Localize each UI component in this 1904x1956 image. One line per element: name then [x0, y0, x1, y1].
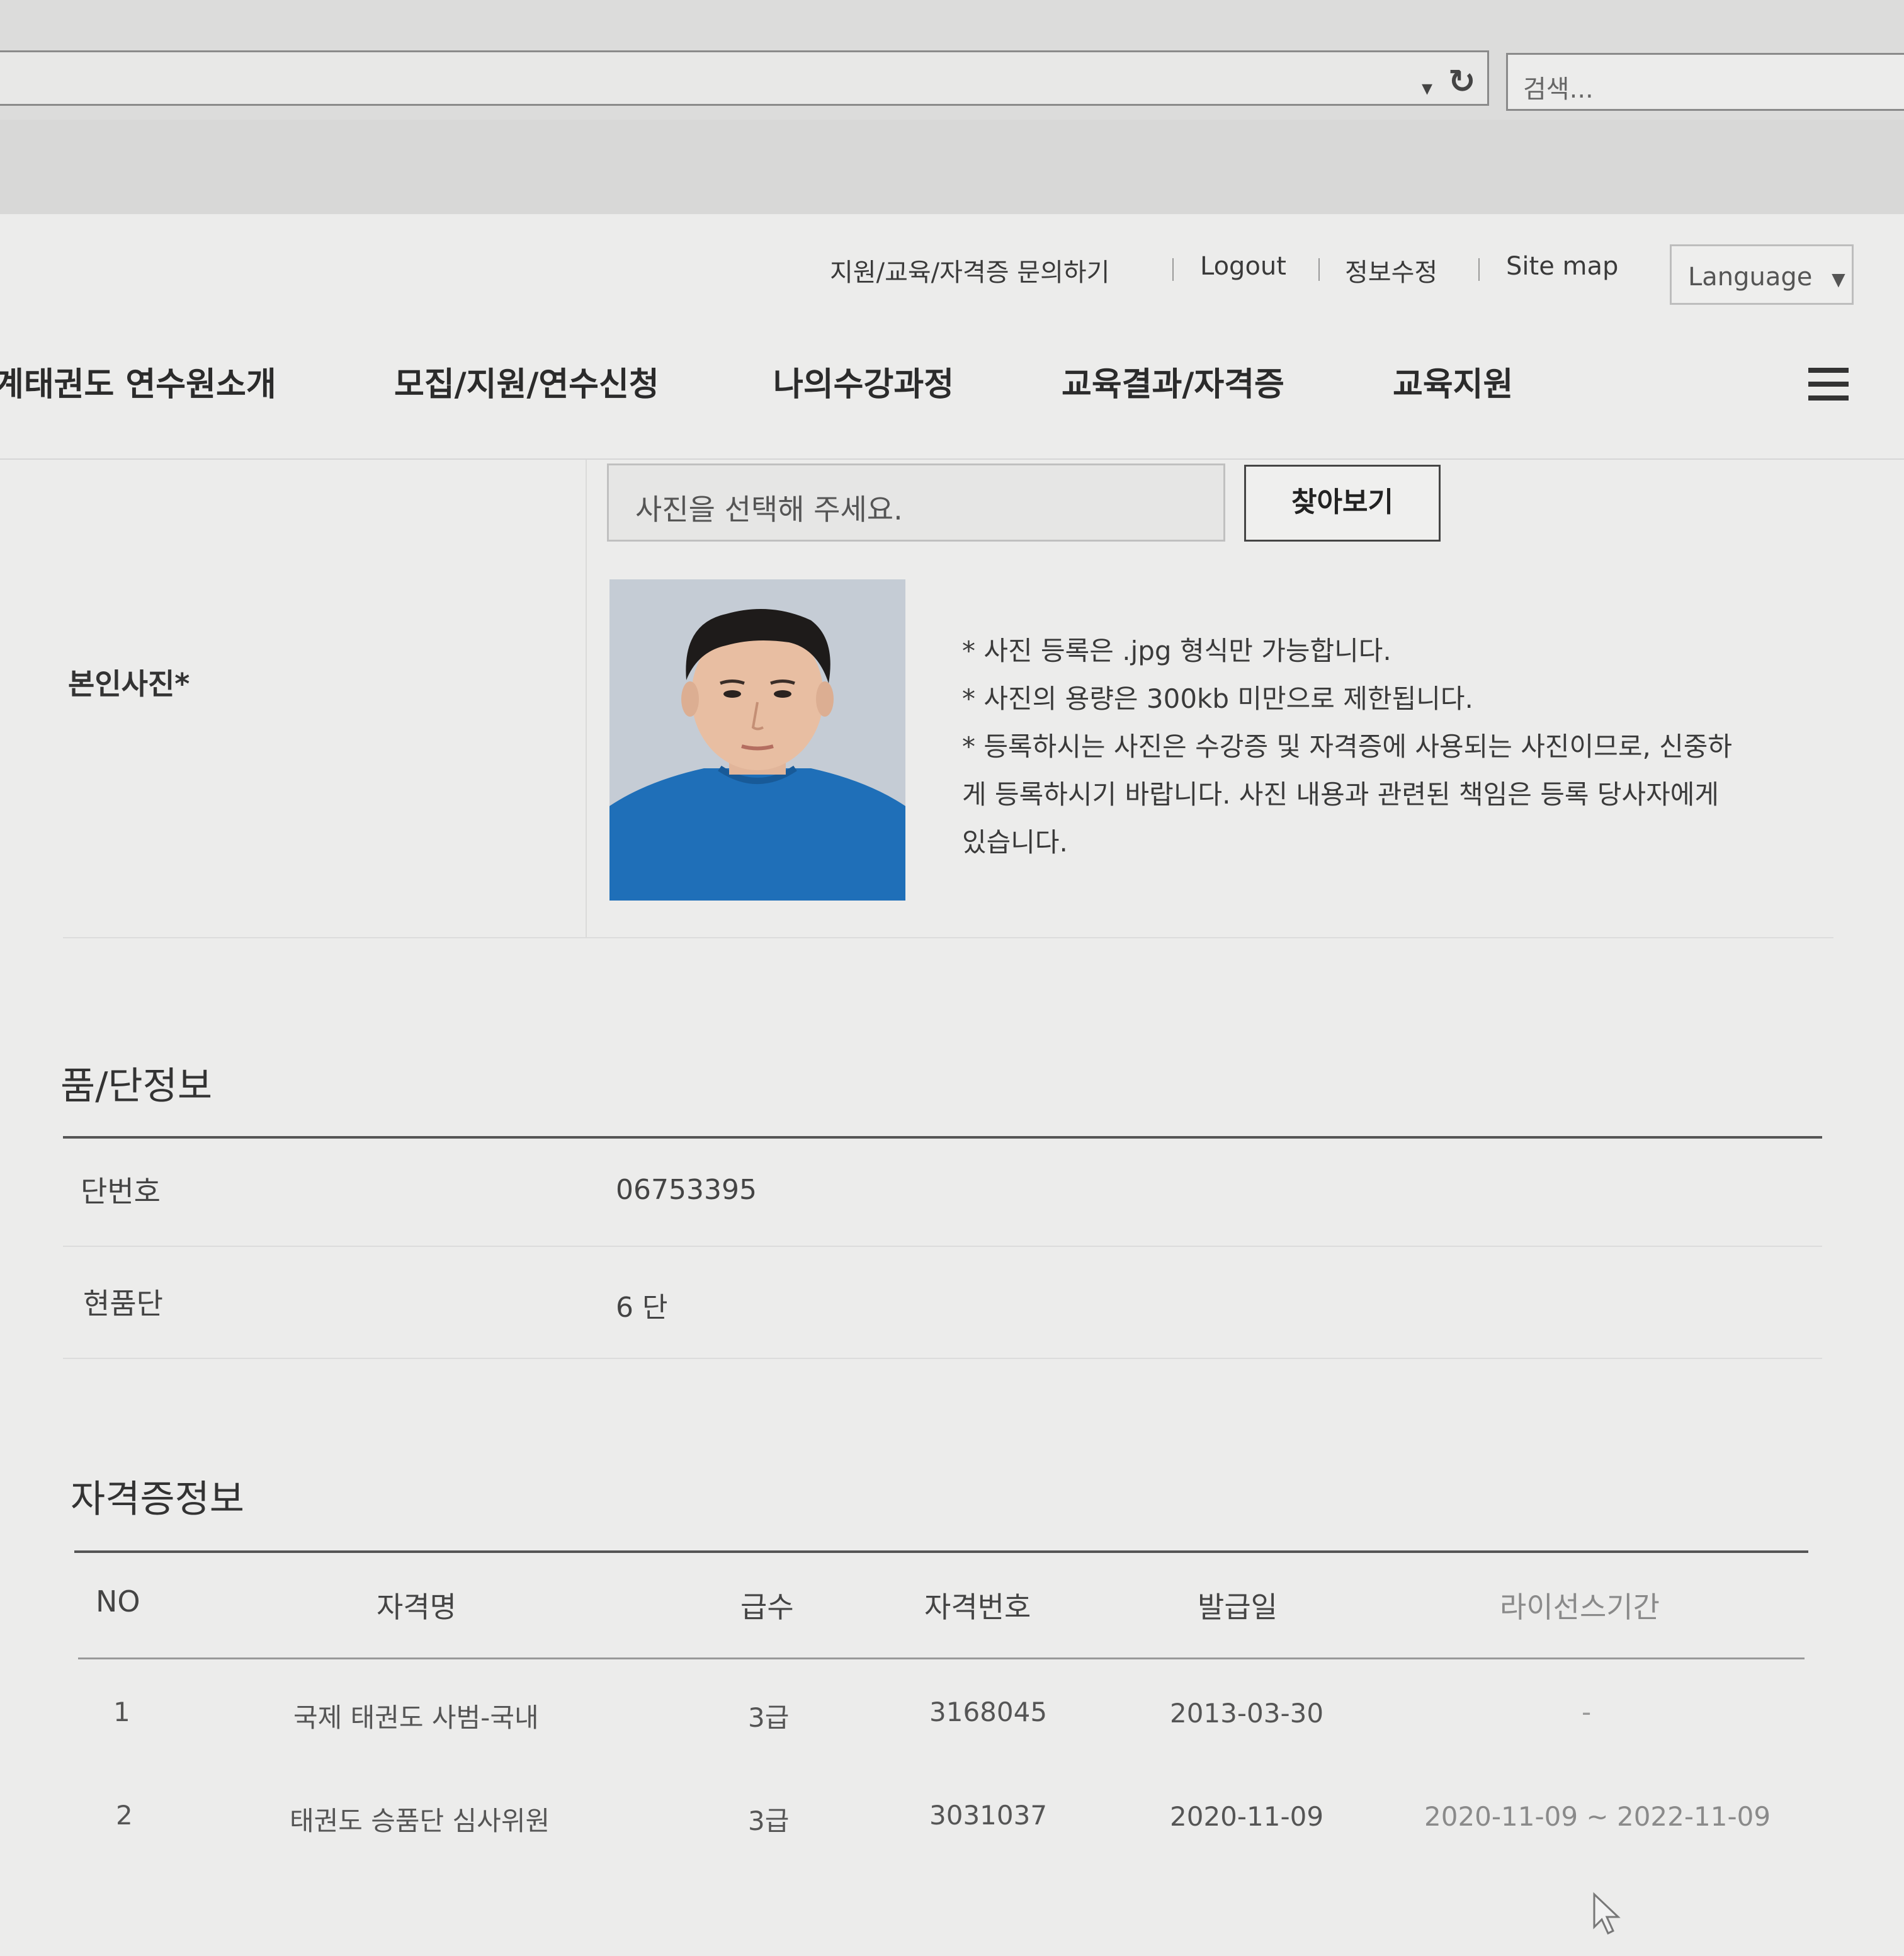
- section-divider: [74, 1550, 1808, 1553]
- browser-search-input[interactable]: 검색...: [1506, 53, 1904, 111]
- col-header-issue-date: 발급일: [1198, 1590, 1278, 1624]
- certificates-title: 자격증정보: [71, 1477, 244, 1521]
- photo-label: 본인사진*: [68, 667, 190, 701]
- menu-icon[interactable]: [1808, 368, 1849, 406]
- row-divider: [63, 937, 1833, 938]
- cell-cert-number: 3031037: [929, 1800, 1048, 1831]
- current-dan-label: 현품단: [83, 1287, 163, 1321]
- cell-cert-number: 3168045: [929, 1697, 1048, 1727]
- cell-name: 태권도 승품단 심사위원: [290, 1805, 550, 1836]
- util-link-edit-info[interactable]: 정보수정: [1345, 252, 1437, 288]
- language-select[interactable]: Language ▼: [1670, 244, 1854, 305]
- util-divider: [1172, 258, 1174, 281]
- nav-item-results[interactable]: 교육결과/자격증: [1062, 358, 1284, 405]
- cell-grade: 3급: [748, 1702, 790, 1733]
- current-dan-value: 6 단: [616, 1292, 668, 1324]
- form-column-divider: [586, 460, 587, 938]
- address-bar[interactable]: [0, 50, 1489, 106]
- cell-license-period: -: [1582, 1697, 1592, 1727]
- photo-notice-2: * 사진의 용량은 300kb 미만으로 제한됩니다.: [962, 683, 1473, 714]
- refresh-icon[interactable]: ↻: [1448, 63, 1476, 101]
- util-link-sitemap[interactable]: Site map: [1506, 252, 1618, 281]
- col-header-license-period: 라이선스기간: [1500, 1590, 1660, 1624]
- language-label: Language: [1688, 263, 1813, 292]
- cell-grade: 3급: [748, 1805, 790, 1836]
- mouse-cursor-icon: [1592, 1892, 1622, 1938]
- cell-issue-date: 2020-11-09: [1170, 1801, 1324, 1832]
- cell-no: 1: [113, 1697, 130, 1727]
- section-divider: [63, 1136, 1822, 1139]
- util-divider: [1318, 258, 1320, 281]
- util-divider: [1478, 258, 1480, 281]
- photo-notice-4: 게 등록하시기 바랍니다. 사진 내용과 관련된 책임은 등록 당사자에게: [962, 779, 1720, 810]
- nav-divider: [0, 458, 1904, 460]
- cell-issue-date: 2013-03-30: [1170, 1698, 1324, 1729]
- util-link-inquiry[interactable]: 지원/교육/자격증 문의하기: [830, 252, 1109, 288]
- nav-item-my-courses[interactable]: 나의수강과정: [773, 358, 954, 405]
- nav-item-support[interactable]: 교육지원: [1393, 358, 1513, 405]
- col-header-cert-number: 자격번호: [924, 1590, 1031, 1624]
- col-header-no: NO: [96, 1584, 140, 1618]
- nav-item-recruit[interactable]: 모집/지원/연수신청: [394, 358, 659, 405]
- row-divider: [63, 1358, 1822, 1359]
- chevron-down-icon[interactable]: ▾: [1422, 76, 1432, 101]
- dan-number-value: 06753395: [616, 1174, 757, 1206]
- photo-notice-5: 있습니다.: [962, 827, 1068, 858]
- row-divider: [63, 1246, 1822, 1247]
- photo-notice-1: * 사진 등록은 .jpg 형식만 가능합니다.: [962, 635, 1391, 666]
- cell-license-period: 2020-11-09 ~ 2022-11-09: [1424, 1801, 1771, 1832]
- cell-no: 2: [116, 1800, 133, 1831]
- caret-down-icon: ▼: [1832, 269, 1845, 290]
- photo-file-input[interactable]: 사진을 선택해 주세요.: [607, 463, 1225, 542]
- dan-number-label: 단번호: [81, 1174, 161, 1208]
- nav-item-about[interactable]: 계태권도 연수원소개: [0, 358, 276, 405]
- profile-photo: [609, 579, 905, 901]
- col-header-name: 자격명: [377, 1590, 456, 1624]
- browse-button[interactable]: 찾아보기: [1244, 465, 1441, 542]
- photo-notice-3: * 등록하시는 사진은 수강증 및 자격증에 사용되는 사진이므로, 신중하: [962, 731, 1733, 762]
- col-header-grade: 급수: [740, 1590, 794, 1624]
- util-link-logout[interactable]: Logout: [1200, 252, 1286, 281]
- table-header-divider: [78, 1657, 1805, 1659]
- cell-name: 국제 태권도 사범-국내: [293, 1702, 539, 1733]
- browser-toolbar: [0, 120, 1904, 216]
- dan-info-title: 품/단정보: [60, 1064, 213, 1108]
